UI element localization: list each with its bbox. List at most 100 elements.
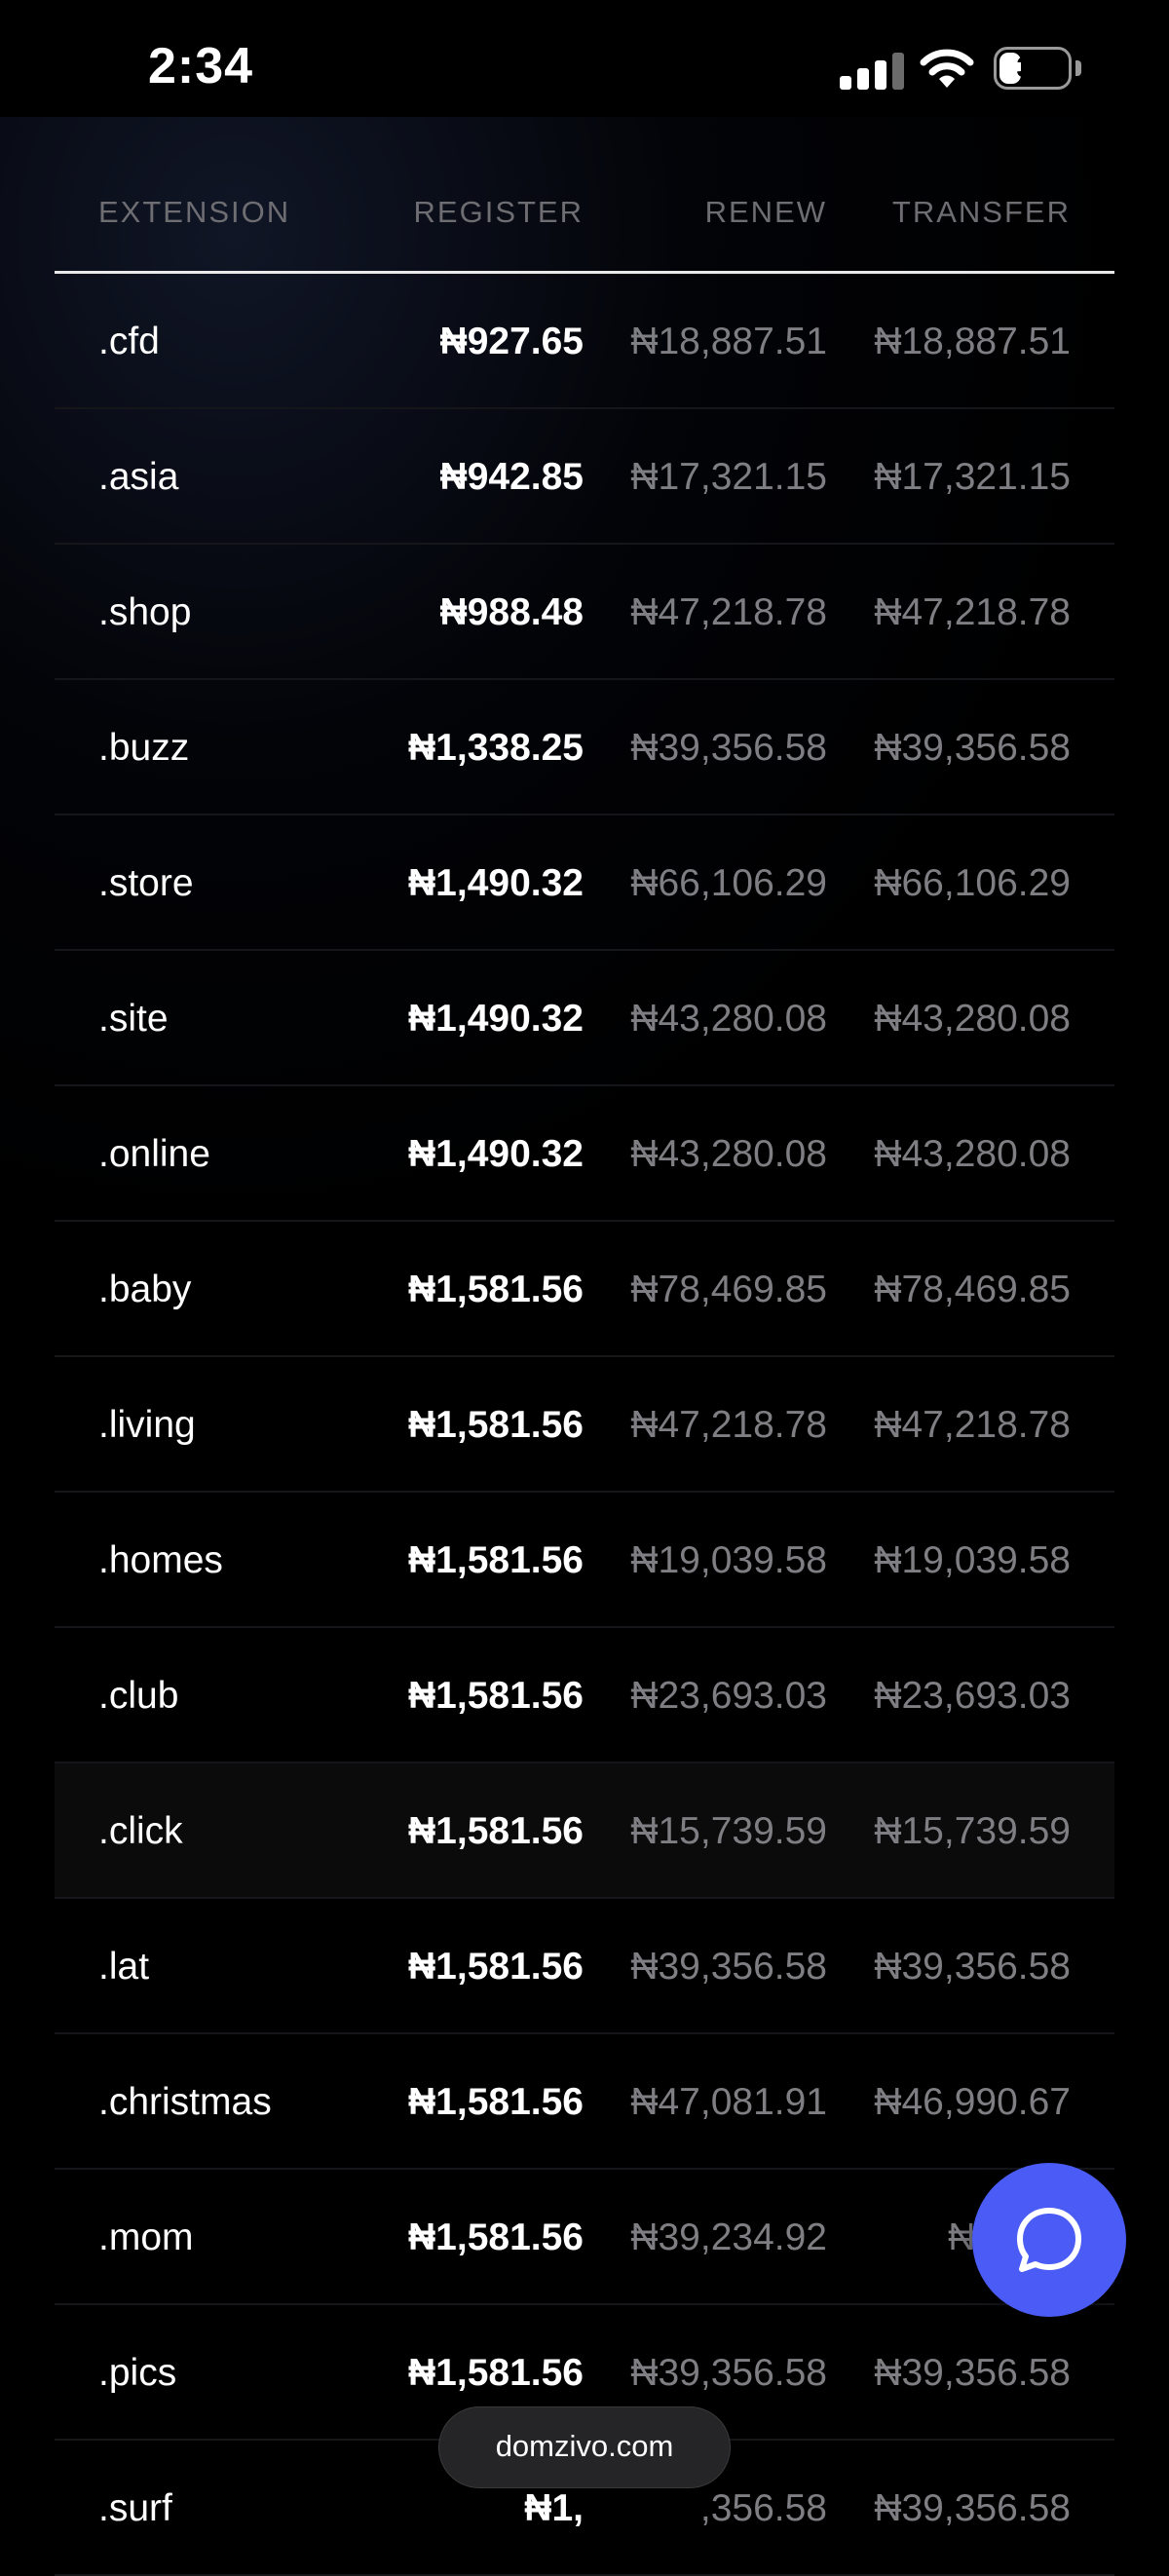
extension-cell: .surf — [98, 2487, 172, 2529]
renew-price-cell: ₦39,234.92 — [630, 2216, 827, 2258]
table-row[interactable]: .buzz ₦1,338.25 ₦39,356.58 ₦39,356.58 — [55, 680, 1114, 815]
extension-cell: .mom — [98, 2216, 194, 2258]
register-price-cell: ₦1,338.25 — [408, 727, 584, 769]
transfer-price-cell: ₦39,356.58 — [874, 2487, 1071, 2529]
wifi-icon — [920, 49, 974, 88]
pricing-table: EXTENSION REGISTER RENEW TRANSFER .cfd ₦9… — [55, 156, 1114, 2576]
renew-price-cell: ₦39,356.58 — [630, 727, 827, 769]
transfer-price-cell: ₦78,469.85 — [874, 1269, 1071, 1310]
transfer-price-cell: ₦18,887.51 — [874, 321, 1071, 362]
status-bar: 2:34 30 — [0, 0, 1169, 136]
register-price-cell: ₦1,581.56 — [408, 1810, 584, 1852]
renew-price-cell: ,356.58 — [699, 2487, 827, 2529]
transfer-price-cell: ₦66,106.29 — [874, 862, 1071, 904]
extension-cell: .click — [98, 1810, 183, 1852]
transfer-price-cell: ₦47,218.78 — [874, 591, 1071, 633]
register-price-cell: ₦1,581.56 — [408, 1946, 584, 1988]
register-price-cell: ₦1,490.32 — [408, 862, 584, 904]
register-price-cell: ₦942.85 — [439, 456, 584, 498]
transfer-price-cell: ₦43,280.08 — [874, 1133, 1071, 1175]
register-price-cell: ₦1,581.56 — [408, 2216, 584, 2258]
battery-icon: 30 — [994, 47, 1072, 90]
extension-cell: .store — [98, 862, 194, 904]
register-price-cell: ₦1, — [524, 2487, 584, 2529]
extension-cell: .cfd — [98, 321, 160, 362]
table-row[interactable]: .online ₦1,490.32 ₦43,280.08 ₦43,280.08 — [55, 1086, 1114, 1222]
battery-nub — [1075, 60, 1081, 76]
transfer-price-cell: ₦43,280.08 — [874, 998, 1071, 1040]
extension-cell: .homes — [98, 1539, 223, 1581]
table-row[interactable]: .asia ₦942.85 ₦17,321.15 ₦17,321.15 — [55, 409, 1114, 545]
table-row[interactable]: .mom₦1,581.56₦39,234.92₦39,23 — [55, 2170, 1114, 2305]
renew-price-cell: ₦43,280.08 — [630, 1133, 827, 1175]
table-row[interactable]: .lat ₦1,581.56 ₦39,356.58 ₦39,356.58 — [55, 1899, 1114, 2034]
renew-price-cell: ₦39,356.58 — [630, 1946, 827, 1988]
header-register: REGISTER — [413, 195, 584, 229]
table-row[interactable]: .baby ₦1,581.56 ₦78,469.85 ₦78,469.85 — [55, 1222, 1114, 1357]
header-extension: EXTENSION — [98, 195, 291, 229]
renew-price-cell: ₦43,280.08 — [630, 998, 827, 1040]
extension-cell: .asia — [98, 456, 179, 498]
table-row[interactable]: .site ₦1,490.32 ₦43,280.08 ₦43,280.08 — [55, 951, 1114, 1086]
chat-bubble-icon — [1017, 2208, 1081, 2272]
renew-price-cell: ₦15,739.59 — [630, 1810, 827, 1852]
transfer-price-cell: ₦46,990.67 — [874, 2081, 1071, 2123]
extension-cell: .club — [98, 1675, 179, 1717]
transfer-price-cell: ₦17,321.15 — [874, 456, 1071, 498]
extension-cell: .pics — [98, 2352, 177, 2394]
register-price-cell: ₦1,581.56 — [408, 2081, 584, 2123]
browser-url-bar[interactable]: domzivo.com — [438, 2406, 731, 2488]
table-row[interactable]: .cfd ₦927.65 ₦18,887.51 ₦18,887.51 — [55, 274, 1114, 409]
transfer-price-cell: ₦19,039.58 — [874, 1539, 1071, 1581]
extension-cell: .site — [98, 998, 169, 1040]
status-time: 2:34 — [148, 38, 254, 95]
renew-price-cell: ₦39,356.58 — [630, 2352, 827, 2394]
register-price-cell: ₦1,581.56 — [408, 1539, 584, 1581]
url-text: domzivo.com — [495, 2429, 674, 2463]
renew-price-cell: ₦66,106.29 — [630, 862, 827, 904]
extension-cell: .baby — [98, 1269, 192, 1310]
table-row[interactable]: .club ₦1,581.56 ₦23,693.03 ₦23,693.03 — [55, 1628, 1114, 1763]
renew-price-cell: ₦23,693.03 — [630, 1675, 827, 1717]
transfer-price-cell: ₦23,693.03 — [874, 1675, 1071, 1717]
signal-icon — [840, 53, 904, 90]
table-row[interactable]: .living ₦1,581.56 ₦47,218.78 ₦47,218.78 — [55, 1357, 1114, 1493]
extension-cell: .buzz — [98, 727, 190, 769]
extension-cell: .christmas — [98, 2081, 272, 2123]
table-row[interactable]: .shop ₦988.48 ₦47,218.78 ₦47,218.78 — [55, 545, 1114, 680]
register-price-cell: ₦1,581.56 — [408, 1269, 584, 1310]
renew-price-cell: ₦47,218.78 — [630, 591, 827, 633]
table-row[interactable]: .click ₦1,581.56 ₦15,739.59 ₦15,739.59 — [55, 1763, 1114, 1899]
register-price-cell: ₦927.65 — [439, 321, 584, 362]
register-price-cell: ₦1,581.56 — [408, 1404, 584, 1446]
renew-price-cell: ₦19,039.58 — [630, 1539, 827, 1581]
extension-cell: .living — [98, 1404, 196, 1446]
transfer-price-cell: ₦39,356.58 — [874, 727, 1071, 769]
renew-price-cell: ₦47,218.78 — [630, 1404, 827, 1446]
register-price-cell: ₦1,490.32 — [408, 998, 584, 1040]
renew-price-cell: ₦47,081.91 — [630, 2081, 827, 2123]
header-transfer: TRANSFER — [891, 195, 1071, 229]
renew-price-cell: ₦18,887.51 — [630, 321, 827, 362]
register-price-cell: ₦988.48 — [439, 591, 584, 633]
extension-cell: .online — [98, 1133, 210, 1175]
transfer-price-cell: ₦15,739.59 — [874, 1810, 1071, 1852]
renew-price-cell: ₦78,469.85 — [630, 1269, 827, 1310]
transfer-price-cell: ₦39,356.58 — [874, 2352, 1071, 2394]
register-price-cell: ₦1,490.32 — [408, 1133, 584, 1175]
register-price-cell: ₦1,581.56 — [408, 2352, 584, 2394]
chat-button[interactable] — [972, 2163, 1126, 2317]
header-renew: RENEW — [704, 195, 827, 229]
renew-price-cell: ₦17,321.15 — [630, 456, 827, 498]
register-price-cell: ₦1,581.56 — [408, 1675, 584, 1717]
table-row[interactable]: .store ₦1,490.32 ₦66,106.29 ₦66,106.29 — [55, 815, 1114, 951]
extension-cell: .lat — [98, 1946, 150, 1988]
transfer-price-cell: ₦39,356.58 — [874, 1946, 1071, 1988]
transfer-price-cell: ₦47,218.78 — [874, 1404, 1071, 1446]
table-header: EXTENSION REGISTER RENEW TRANSFER — [55, 156, 1114, 274]
table-row[interactable]: .christmas ₦1,581.56 ₦47,081.91 ₦46,990.67 — [55, 2034, 1114, 2170]
extension-cell: .shop — [98, 591, 192, 633]
table-row[interactable]: .homes ₦1,581.56 ₦19,039.58 ₦19,039.58 — [55, 1493, 1114, 1628]
battery-level: 30 — [1016, 52, 1049, 84]
table-body: .cfd ₦927.65 ₦18,887.51 ₦18,887.51 .asia ₦942… — [55, 274, 1114, 2576]
